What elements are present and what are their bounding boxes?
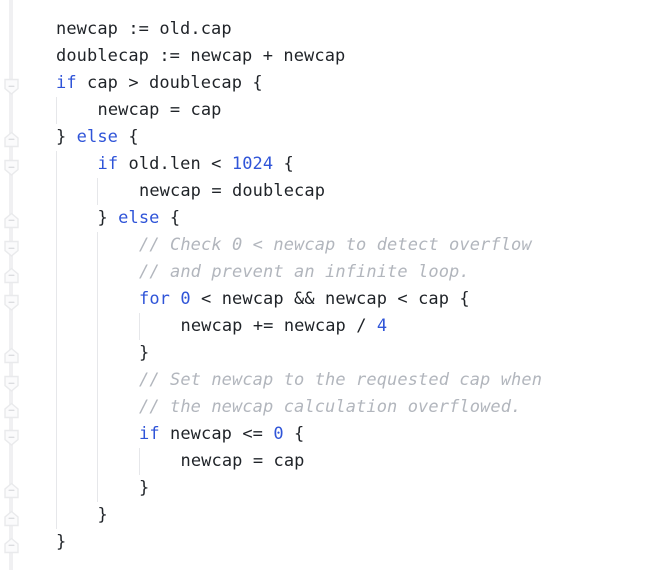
- code-line[interactable]: newcap = cap: [56, 97, 650, 124]
- code-token-kw: if: [56, 73, 77, 93]
- code-surface[interactable]: newcap := old.cap doublecap := newcap + n…: [0, 0, 650, 570]
- code-token-plain: old.len <: [118, 154, 232, 174]
- code-token-kw: if: [97, 154, 119, 174]
- code-line[interactable]: } else {: [56, 205, 650, 232]
- code-token-kw: else: [118, 208, 160, 228]
- code-token-cmt: // and prevent an infinite loop.: [139, 262, 470, 282]
- code-lines[interactable]: newcap := old.cap doublecap := newcap + n…: [56, 16, 650, 556]
- code-line[interactable]: // Check 0 < newcap to detect overflow: [56, 232, 650, 259]
- code-line[interactable]: if old.len < 1024 {: [56, 151, 650, 178]
- code-line[interactable]: }: [56, 529, 650, 556]
- code-token-kw: if: [139, 424, 160, 444]
- code-token-plain: newcap := old.cap: [56, 19, 232, 39]
- code-line[interactable]: // Set newcap to the requested cap when: [56, 367, 650, 394]
- code-line[interactable]: if cap > doublecap {: [56, 70, 650, 97]
- code-token-num: 1024: [231, 154, 274, 174]
- code-token-plain: {: [118, 127, 139, 147]
- code-token-plain: }: [139, 343, 150, 363]
- code-token-plain: newcap += newcap /: [180, 316, 377, 336]
- code-token-plain: < newcap && newcap < cap {: [190, 289, 470, 309]
- code-token-plain: {: [273, 154, 294, 174]
- code-line[interactable]: newcap = doublecap: [56, 178, 650, 205]
- code-token-cmt: // the newcap calculation overflowed.: [139, 397, 522, 417]
- code-token-plain: }: [97, 505, 108, 525]
- code-token-plain: }: [97, 208, 119, 228]
- code-token-plain: doublecap := newcap + newcap: [56, 46, 346, 66]
- code-token-plain: cap > doublecap {: [76, 73, 263, 93]
- code-line[interactable]: doublecap := newcap + newcap: [56, 43, 650, 70]
- code-token-cmt: // Set newcap to the requested cap when: [139, 370, 543, 390]
- code-line[interactable]: if newcap <= 0 {: [56, 421, 650, 448]
- code-token-cmt: // Check 0 < newcap to detect overflow: [139, 235, 532, 255]
- code-token-plain: newcap = cap: [97, 100, 222, 120]
- code-token-kw: for: [139, 289, 171, 309]
- code-token-plain: {: [159, 208, 181, 228]
- code-token-plain: newcap <=: [159, 424, 274, 444]
- code-line[interactable]: }: [56, 475, 650, 502]
- code-line[interactable]: newcap := old.cap: [56, 16, 650, 43]
- code-line[interactable]: // the newcap calculation overflowed.: [56, 394, 650, 421]
- code-line[interactable]: newcap += newcap / 4: [56, 313, 650, 340]
- code-token-kw: else: [76, 127, 119, 147]
- code-token-plain: }: [56, 127, 77, 147]
- code-token-plain: }: [139, 478, 150, 498]
- code-token-num: 0: [180, 289, 191, 309]
- code-token-num: 0: [273, 424, 284, 444]
- code-line[interactable]: }: [56, 340, 650, 367]
- code-line[interactable]: newcap = cap: [56, 448, 650, 475]
- code-token-num: 4: [376, 316, 388, 336]
- code-token-plain: newcap = doublecap: [139, 181, 326, 201]
- code-editor[interactable]: newcap := old.cap doublecap := newcap + n…: [0, 0, 650, 570]
- code-token-plain: {: [283, 424, 305, 444]
- code-line[interactable]: } else {: [56, 124, 650, 151]
- code-token-plain: }: [56, 532, 67, 552]
- code-line[interactable]: }: [56, 502, 650, 529]
- code-line[interactable]: for 0 < newcap && newcap < cap {: [56, 286, 650, 313]
- code-token-plain: newcap = cap: [180, 451, 305, 471]
- code-line[interactable]: // and prevent an infinite loop.: [56, 259, 650, 286]
